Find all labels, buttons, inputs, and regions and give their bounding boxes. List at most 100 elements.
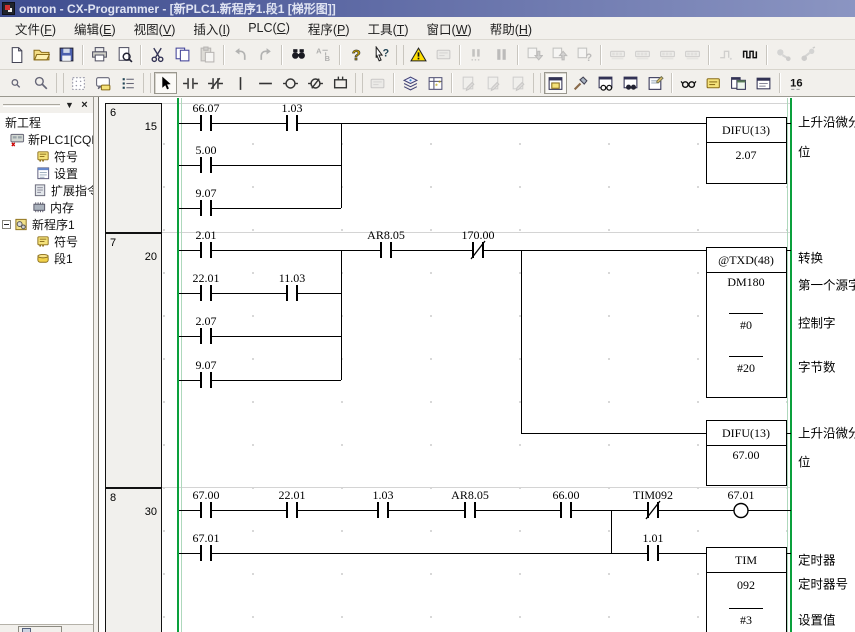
new-contact-button[interactable]	[179, 72, 202, 94]
tree-item-program1[interactable]: 新程序1	[0, 216, 93, 233]
project-tab[interactable]	[18, 626, 62, 632]
hex-monitor-button[interactable]: 16	[785, 72, 808, 94]
instruction-TIM[interactable]: TIM092#3	[707, 548, 787, 632]
new-instruction-button[interactable]	[329, 72, 352, 94]
instruction-@TXD(48)[interactable]: @TXD(48)DM180#0#20	[707, 248, 787, 398]
watch-window-button[interactable]	[594, 72, 617, 94]
tree-item-program1-symbols[interactable]: 符号	[0, 233, 93, 250]
gdev-icon	[369, 75, 386, 92]
save-project-button[interactable]	[55, 44, 78, 66]
tree-label: 新PLC1[CQM1]	[25, 131, 93, 148]
instruction-DIFU(13)[interactable]: DIFU(13)2.07	[707, 118, 787, 184]
show-properties-button[interactable]	[644, 72, 667, 94]
differential-monitor-button	[714, 44, 737, 66]
edit-delete-button	[482, 72, 505, 94]
pause2-icon	[493, 46, 510, 63]
copy-button[interactable]	[171, 44, 194, 66]
verify-icon: ?	[576, 46, 593, 63]
note2-icon	[705, 75, 722, 92]
plc-memory-icon	[32, 200, 47, 215]
monitoring-button[interactable]	[677, 72, 700, 94]
ladder-editor: 61566.071.035.009.07DIFU(13)2.07上升沿微分位72…	[98, 97, 855, 632]
cross-reference-button[interactable]	[619, 72, 642, 94]
mode-program-button	[606, 44, 629, 66]
rung-comment: 控制字	[798, 316, 836, 331]
io-comment-view-button[interactable]	[702, 72, 725, 94]
ladder-diagram: 61566.071.035.009.07DIFU(13)2.07上升沿微分位72…	[99, 97, 855, 632]
help-icon: ?	[348, 46, 365, 63]
instruction-title: DIFU(13)	[722, 426, 770, 440]
rung-header-7[interactable]: 720	[106, 234, 162, 488]
menu-6[interactable]: 程序(P)	[299, 17, 359, 40]
contact-label: 67.00	[193, 488, 220, 502]
show-rung-annotation-button[interactable]	[117, 72, 140, 94]
menu-8[interactable]: 窗口(W)	[418, 17, 481, 40]
tree-label: 扩展指令	[48, 182, 93, 199]
contact-label: 22.01	[193, 271, 220, 285]
new-closed-contact-button[interactable]	[204, 72, 227, 94]
instruction-operand: DM180	[727, 275, 764, 289]
diff-window-button[interactable]	[727, 72, 750, 94]
program-view-button[interactable]	[399, 72, 422, 94]
mnemonic-view-button[interactable]: **	[424, 72, 447, 94]
tree-item-plc-node[interactable]: 新PLC1[CQM1]	[0, 131, 93, 148]
time-chart-monitor-button[interactable]	[739, 44, 762, 66]
mode-icon	[609, 46, 626, 63]
tree-item-plc-symbols[interactable]: 符号	[0, 148, 93, 165]
toolbar-separator	[766, 45, 768, 65]
vertical-line-tool-button[interactable]	[229, 72, 252, 94]
tree-expander-icon[interactable]	[2, 220, 11, 229]
tree-item-plc-memory[interactable]: 内存	[0, 199, 93, 216]
menu-7[interactable]: 工具(T)	[359, 17, 418, 40]
print-preview-button[interactable]	[113, 44, 136, 66]
contact-label: 66.07	[193, 101, 220, 115]
select-tool-button[interactable]	[154, 72, 177, 94]
find-icon	[290, 46, 307, 63]
compile-program-button[interactable]	[569, 72, 592, 94]
workspace-grip[interactable]	[3, 104, 60, 107]
new-coil-button[interactable]	[279, 72, 302, 94]
new-closed-coil-button[interactable]	[304, 72, 327, 94]
menu-1[interactable]: 文件(F)	[6, 17, 65, 40]
tree-item-section1[interactable]: 段1	[0, 250, 93, 267]
toggle-grid-button[interactable]	[67, 72, 90, 94]
cut-button[interactable]	[146, 44, 169, 66]
new-file-button[interactable]	[5, 44, 28, 66]
rung-header-6[interactable]: 615	[106, 104, 162, 233]
rung-comment: 定时器	[798, 553, 836, 568]
rung-header-8[interactable]: 830	[106, 489, 162, 632]
toolbar-separator	[223, 45, 225, 65]
tree-item-plc-settings[interactable]: 设置	[0, 165, 93, 182]
instruction-DIFU(13)[interactable]: DIFU(13)67.00	[707, 421, 787, 486]
toolbar-separator	[779, 73, 781, 93]
menu-4[interactable]: 插入(I)	[184, 17, 239, 40]
select-icon	[157, 75, 174, 92]
cnc-icon	[207, 75, 224, 92]
stack-icon	[402, 75, 419, 92]
hex16-icon: 16	[788, 75, 805, 92]
rung-comment: 上升沿微分	[798, 116, 855, 130]
output-window-button[interactable]	[752, 72, 775, 94]
print-button[interactable]	[88, 44, 111, 66]
zoom-in-button[interactable]	[30, 72, 53, 94]
workspace-dropdown-button[interactable]: ▼	[63, 99, 76, 111]
horizontal-line-tool-button[interactable]	[254, 72, 277, 94]
menu-5[interactable]: PLC(C)	[239, 19, 299, 37]
plc-symbols-icon	[36, 149, 51, 164]
menu-3[interactable]: 视图(V)	[125, 17, 185, 40]
find-button[interactable]	[287, 44, 310, 66]
zoom-out-button[interactable]	[5, 72, 28, 94]
help-button[interactable]: ?	[345, 44, 368, 66]
save-icon	[58, 46, 75, 63]
tree-item-project-root[interactable]: 新工程	[0, 114, 93, 131]
toggle-workspace-button[interactable]	[544, 72, 567, 94]
compile-all-button[interactable]	[407, 44, 430, 66]
context-help-button[interactable]: ?	[370, 44, 393, 66]
tree-item-expansion-instructions[interactable]: 扩展指令	[0, 182, 93, 199]
menu-2[interactable]: 编辑(E)	[65, 17, 125, 40]
workspace-close-button[interactable]: ×	[78, 99, 91, 111]
toolbar-separator	[281, 45, 283, 65]
open-project-button[interactable]	[30, 44, 53, 66]
menu-9[interactable]: 帮助(H)	[481, 17, 541, 40]
show-comments-button[interactable]	[92, 72, 115, 94]
